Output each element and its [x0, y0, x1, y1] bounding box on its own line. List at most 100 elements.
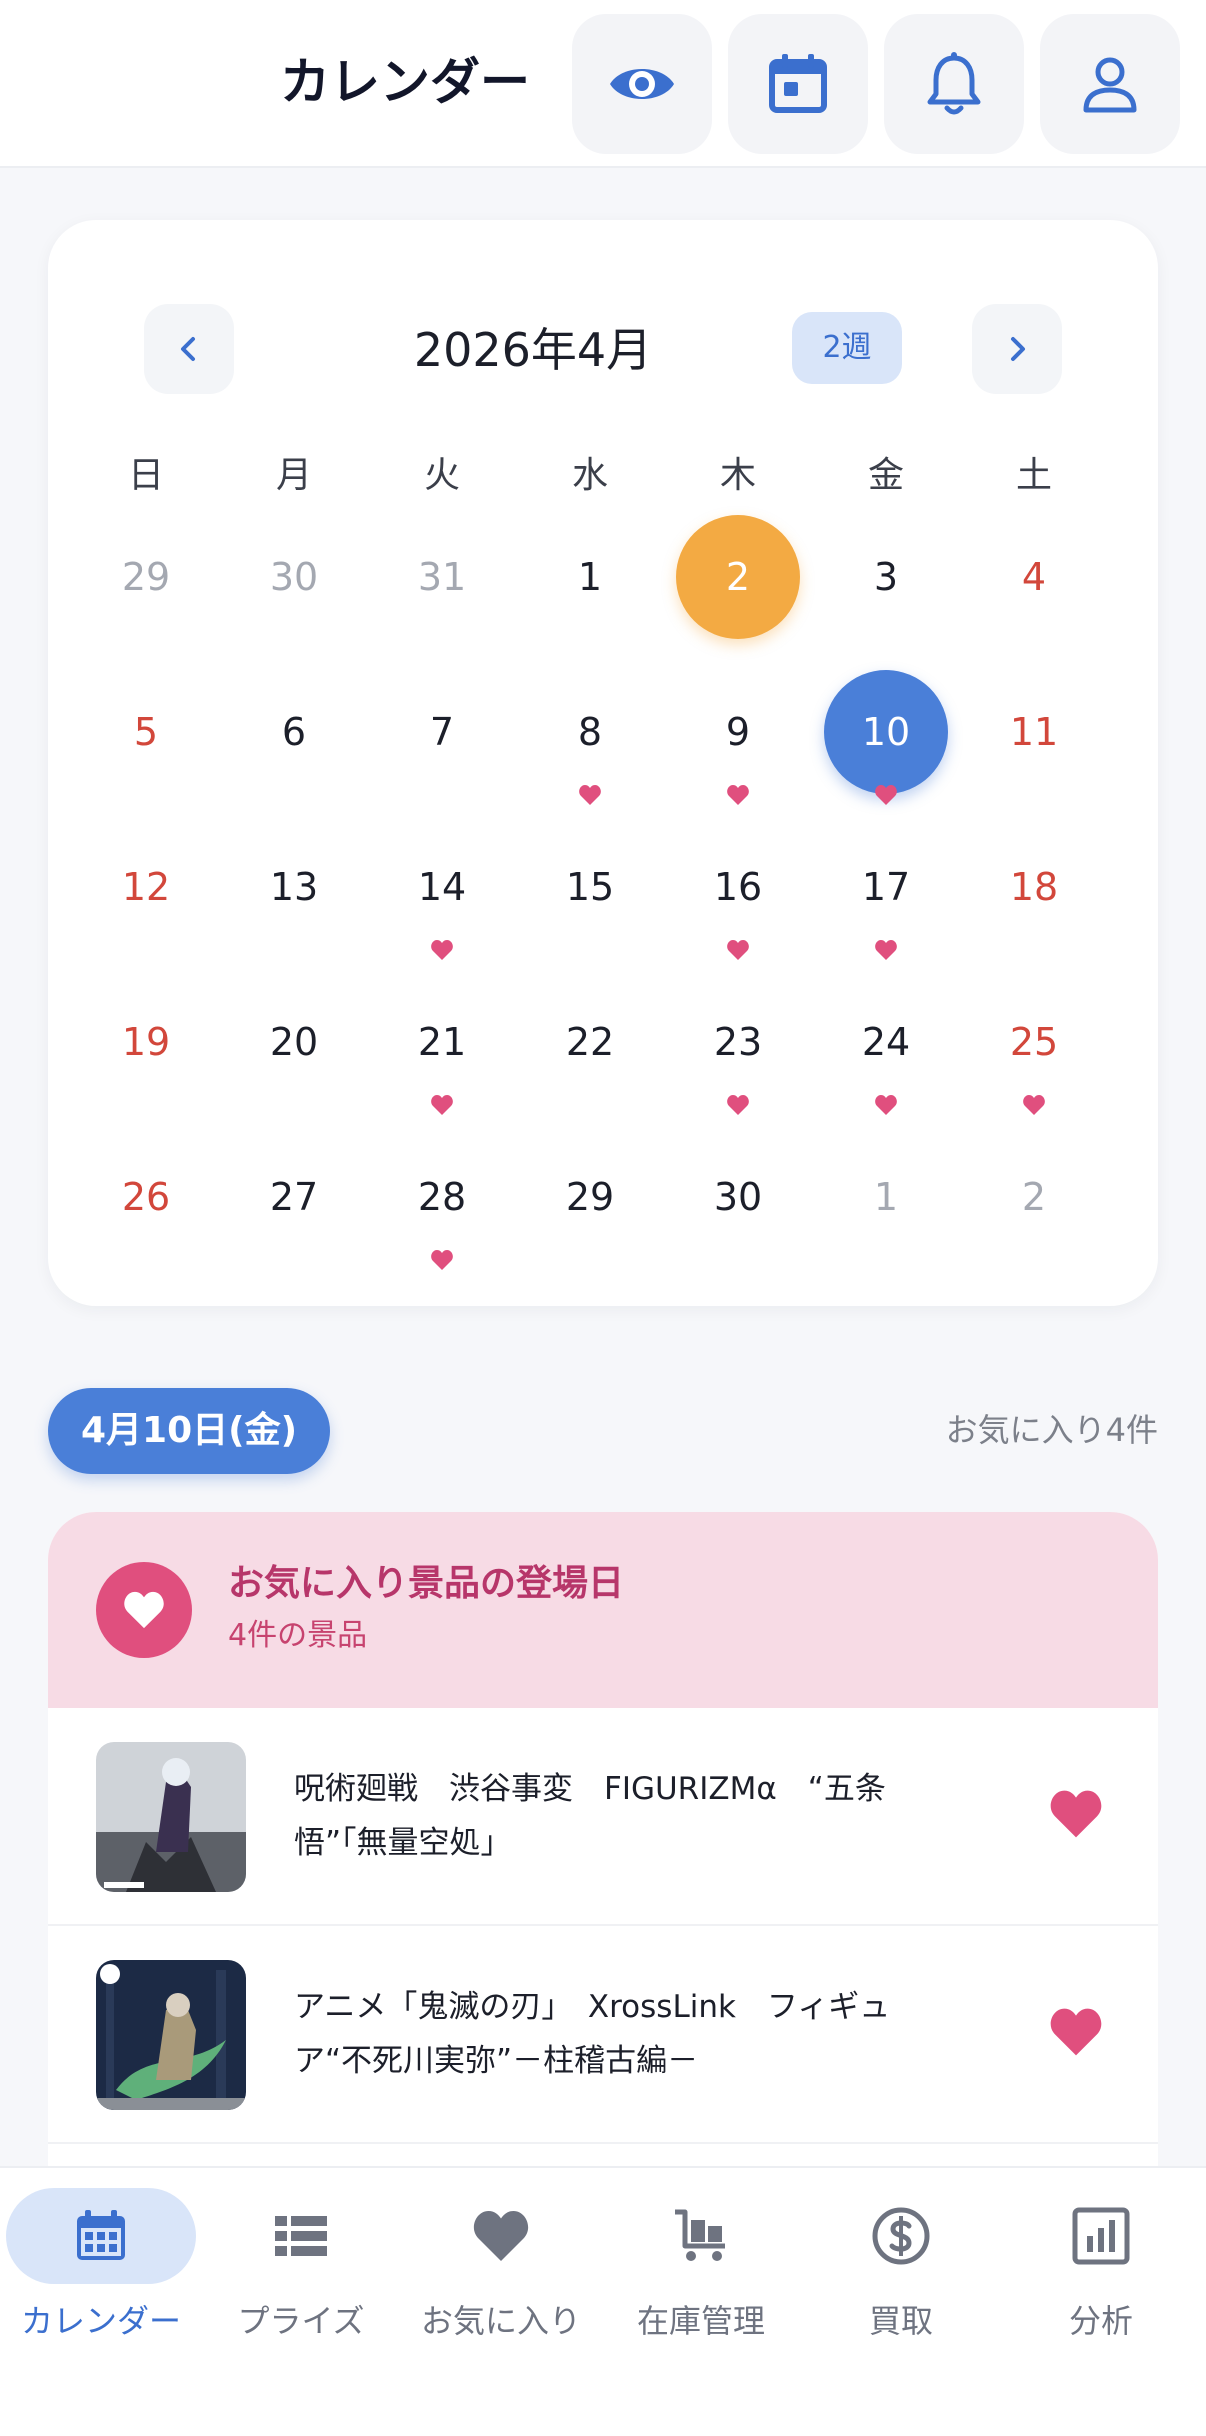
view-toggle-button[interactable]: [572, 14, 712, 154]
user-icon: [1083, 57, 1137, 113]
favorite-marker-icon: [431, 940, 453, 960]
heart-badge: [96, 1562, 192, 1658]
prize-thumbnail: [96, 1742, 246, 1892]
tab-inventory[interactable]: 在庫管理: [606, 2178, 796, 2378]
list-icon: [275, 2216, 327, 2256]
favorite-marker-icon: [875, 1095, 897, 1115]
favorites-header: お気に入り景品の登場日 4件の景品: [48, 1512, 1158, 1708]
calendar-day[interactable]: 21: [380, 980, 504, 1104]
chevron-left-icon: [181, 337, 195, 361]
calendar-day[interactable]: 8: [528, 670, 652, 794]
favorite-marker-icon: [1023, 1095, 1045, 1115]
heart-icon: [1050, 1790, 1102, 1838]
calendar-day[interactable]: 25: [972, 980, 1096, 1104]
calendar-day[interactable]: 6: [232, 670, 356, 794]
tab-label: カレンダー: [20, 2302, 181, 2340]
calendar-day[interactable]: 16: [676, 825, 800, 949]
prev-month-button[interactable]: [144, 304, 234, 394]
calendar-day[interactable]: 23: [676, 980, 800, 1104]
tab-calendar[interactable]: カレンダー: [6, 2178, 196, 2378]
tab-label: プライズ: [237, 2302, 365, 2340]
selected-date-chip: 4月10日(金): [48, 1388, 330, 1474]
calendar-day[interactable]: 2: [972, 1135, 1096, 1259]
calendar-day[interactable]: 26: [84, 1135, 208, 1259]
calendar-day[interactable]: 20: [232, 980, 356, 1104]
two-week-toggle[interactable]: 2週: [792, 312, 902, 384]
calendar-day[interactable]: 22: [528, 980, 652, 1104]
calendar-day[interactable]: 27: [232, 1135, 356, 1259]
calendar-day[interactable]: 12: [84, 825, 208, 949]
chevron-right-icon: [1011, 337, 1025, 361]
profile-button[interactable]: [1040, 14, 1180, 154]
favorite-marker-icon: [727, 1095, 749, 1115]
tab-label: 分析: [1068, 2302, 1133, 2340]
weekday-label: 日: [127, 455, 164, 496]
calendar-day[interactable]: 15: [528, 825, 652, 949]
weekday-label: 水: [571, 455, 608, 496]
tab-label: 在庫管理: [636, 2302, 765, 2340]
calendar-card: 2026年4月 2週 日月火水木金土 29 30 31 1 2 3 4 5 6 7 8 9 10 11 12…: [48, 220, 1158, 1306]
bottom-tab-bar: カレンダー プライズ お気に入り 在庫管理 買取 分析: [0, 2166, 1206, 2436]
calendar-day-today[interactable]: 2: [676, 515, 800, 639]
favorite-toggle[interactable]: [1048, 2006, 1104, 2062]
calendar-day[interactable]: 18: [972, 825, 1096, 949]
favorite-marker-icon: [727, 940, 749, 960]
calendar-day[interactable]: 24: [824, 980, 948, 1104]
calendar-day[interactable]: 4: [972, 515, 1096, 639]
favorite-marker-icon: [579, 785, 601, 805]
favorite-marker-icon: [875, 785, 897, 805]
calendar-day[interactable]: 28: [380, 1135, 504, 1259]
app-header: カレンダー: [0, 0, 1206, 168]
weekday-label: 土: [1015, 455, 1052, 496]
prize-name: アニメ「鬼滅の刃」 XrossLink フィギュア“不死川実弥”－柱稽古編－: [294, 1989, 891, 2079]
favorites-title: お気に入り景品の登場日: [228, 1563, 625, 1604]
prize-name: 呪術廻戦 渋谷事変 FIGURIZMα “五条悟”「無量空処」: [294, 1771, 886, 1861]
month-title: 2026年4月: [413, 323, 653, 377]
favorite-toggle[interactable]: [1048, 1788, 1104, 1844]
calendar-day[interactable]: 1: [824, 1135, 948, 1259]
calendar-day[interactable]: 5: [84, 670, 208, 794]
calendar-day[interactable]: 7: [380, 670, 504, 794]
calendar-day-selected[interactable]: 10: [824, 670, 948, 794]
weekday-label: 木: [719, 455, 756, 496]
calendar-day[interactable]: 19: [84, 980, 208, 1104]
heart-icon: [473, 2211, 529, 2261]
dollar-icon: [872, 2207, 930, 2265]
favorite-marker-icon: [431, 1250, 453, 1270]
calendar-icon: [769, 54, 827, 113]
next-month-button[interactable]: [972, 304, 1062, 394]
tab-label: お気に入り: [420, 2302, 581, 2340]
calendar-day[interactable]: 30: [232, 515, 356, 639]
calendar-day[interactable]: 17: [824, 825, 948, 949]
calendar-day[interactable]: 9: [676, 670, 800, 794]
notifications-button[interactable]: [884, 14, 1024, 154]
favorites-count: お気に入り4件: [945, 1411, 1158, 1449]
tab-analytics[interactable]: 分析: [1006, 2178, 1196, 2378]
list-item[interactable]: アニメ「鬼滅の刃」 XrossLink フィギュア“不死川実弥”－柱稽古編－: [48, 1926, 1158, 2144]
calendar-day[interactable]: 3: [824, 515, 948, 639]
calendar-day[interactable]: 30: [676, 1135, 800, 1259]
calendar-day[interactable]: 31: [380, 515, 504, 639]
page-title: カレンダー: [280, 53, 530, 111]
calendar-day[interactable]: 13: [232, 825, 356, 949]
tab-favorites[interactable]: お気に入り: [406, 2178, 596, 2378]
calendar-day[interactable]: 29: [528, 1135, 652, 1259]
weekday-label: 火: [423, 455, 460, 496]
calendar-day[interactable]: 14: [380, 825, 504, 949]
calendar-button[interactable]: [728, 14, 868, 154]
list-item[interactable]: 呪術廻戦 渋谷事変 FIGURIZMα “五条悟”「無量空処」: [48, 1708, 1158, 1926]
calendar-day[interactable]: 1: [528, 515, 652, 639]
weekday-label: 月: [275, 455, 312, 496]
calendar-day[interactable]: 29: [84, 515, 208, 639]
tab-label: 買取: [868, 2302, 933, 2340]
favorite-marker-icon: [431, 1095, 453, 1115]
favorite-marker-icon: [727, 785, 749, 805]
cart-icon: [675, 2209, 725, 2261]
tab-buyback[interactable]: 買取: [806, 2178, 996, 2378]
tab-prizes[interactable]: プライズ: [206, 2178, 396, 2378]
calendar-day[interactable]: 11: [972, 670, 1096, 794]
calendar-icon: [77, 2210, 125, 2260]
favorites-subtitle: 4件の景品: [228, 1618, 368, 1653]
heart-icon: [1050, 2008, 1102, 2056]
bell-icon: [927, 52, 981, 115]
